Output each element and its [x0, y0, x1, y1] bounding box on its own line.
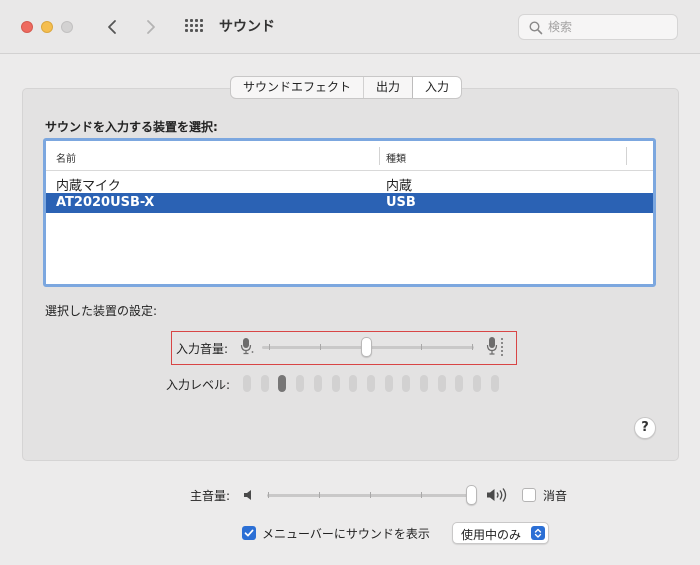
- up-down-arrows-icon: [531, 526, 545, 540]
- forward-button[interactable]: [139, 14, 163, 40]
- level-segment: [437, 375, 446, 392]
- title-bar: サウンド: [0, 0, 700, 54]
- input-level-label: 入力レベル:: [166, 378, 231, 392]
- level-segment: [278, 375, 287, 392]
- mute-label: 消音: [543, 489, 568, 503]
- device-settings-label: 選択した装置の設定:: [45, 304, 158, 318]
- speaker-low-icon: [244, 490, 251, 500]
- chevron-left-icon: [108, 20, 116, 34]
- slider-tick: [320, 344, 321, 350]
- level-segment: [331, 375, 340, 392]
- mic-high-icon: [486, 337, 503, 356]
- level-segment: [455, 375, 464, 392]
- input-volume-label: 入力音量:: [176, 342, 229, 356]
- search-field[interactable]: [518, 14, 678, 40]
- slider-tick: [421, 344, 422, 350]
- main-volume-label: 主音量:: [190, 489, 231, 503]
- table-row-selected[interactable]: AT2020USB-X USB: [46, 193, 653, 213]
- zoom-button[interactable]: [61, 21, 73, 33]
- device-table[interactable]: 名前 種類 内蔵マイク 内蔵 AT2020USB-X USB: [43, 138, 656, 287]
- help-button[interactable]: ?: [634, 417, 656, 439]
- device-type: 内蔵: [386, 179, 413, 194]
- show-mode-value: 使用中のみ: [461, 528, 522, 542]
- slider-tick: [472, 344, 473, 350]
- level-segment: [260, 375, 269, 392]
- level-segment: [243, 375, 251, 392]
- tab-input[interactable]: 入力: [413, 77, 462, 98]
- level-segment: [420, 375, 428, 392]
- back-button[interactable]: [100, 14, 124, 40]
- mic-low-icon: [240, 338, 254, 355]
- tab-sound-effects[interactable]: サウンドエフェクト: [231, 77, 365, 98]
- table-row[interactable]: 内蔵マイク 内蔵: [46, 173, 653, 194]
- column-divider: [626, 147, 627, 165]
- level-segment: [473, 375, 482, 392]
- level-segment: [349, 375, 358, 392]
- level-segment: [402, 375, 411, 392]
- close-button[interactable]: [21, 21, 33, 33]
- main-volume-knob[interactable]: [466, 485, 477, 505]
- tab-output[interactable]: 出力: [364, 77, 414, 98]
- level-segment: [296, 375, 305, 392]
- level-segment: [384, 375, 393, 392]
- tab-bar: サウンドエフェクト 出力 入力: [230, 76, 463, 99]
- window-title: サウンド: [219, 19, 275, 35]
- device-name: 内蔵マイク: [56, 179, 121, 194]
- column-header-type[interactable]: 種類: [386, 150, 406, 165]
- slider-tick: [319, 492, 320, 498]
- device-type: USB: [386, 195, 416, 210]
- column-header-name[interactable]: 名前: [56, 150, 76, 165]
- search-icon: [529, 21, 543, 35]
- input-volume-knob[interactable]: [361, 337, 372, 357]
- level-segment: [490, 375, 499, 392]
- show-in-menubar-checkbox[interactable]: [242, 526, 256, 540]
- speaker-high-icon: [487, 488, 507, 502]
- show-all-grid-icon[interactable]: [185, 19, 203, 33]
- column-divider: [379, 147, 380, 165]
- device-select-label: サウンドを入力する装置を選択:: [45, 120, 218, 134]
- minimize-button[interactable]: [41, 21, 53, 33]
- slider-tick: [421, 492, 422, 498]
- level-segment: [313, 375, 322, 392]
- device-name: AT2020USB-X: [56, 195, 155, 210]
- show-in-menubar-label: メニューバーにサウンドを表示: [262, 527, 430, 541]
- table-header: 名前 種類: [46, 141, 653, 171]
- show-mode-popup[interactable]: 使用中のみ: [452, 522, 549, 544]
- slider-tick: [268, 492, 269, 498]
- checkmark-icon: [244, 529, 254, 537]
- slider-tick: [269, 344, 270, 350]
- level-segment: [366, 375, 375, 392]
- search-input[interactable]: [548, 18, 668, 36]
- chevron-right-icon: [147, 20, 155, 34]
- slider-tick: [370, 492, 371, 498]
- mute-checkbox[interactable]: [522, 488, 536, 502]
